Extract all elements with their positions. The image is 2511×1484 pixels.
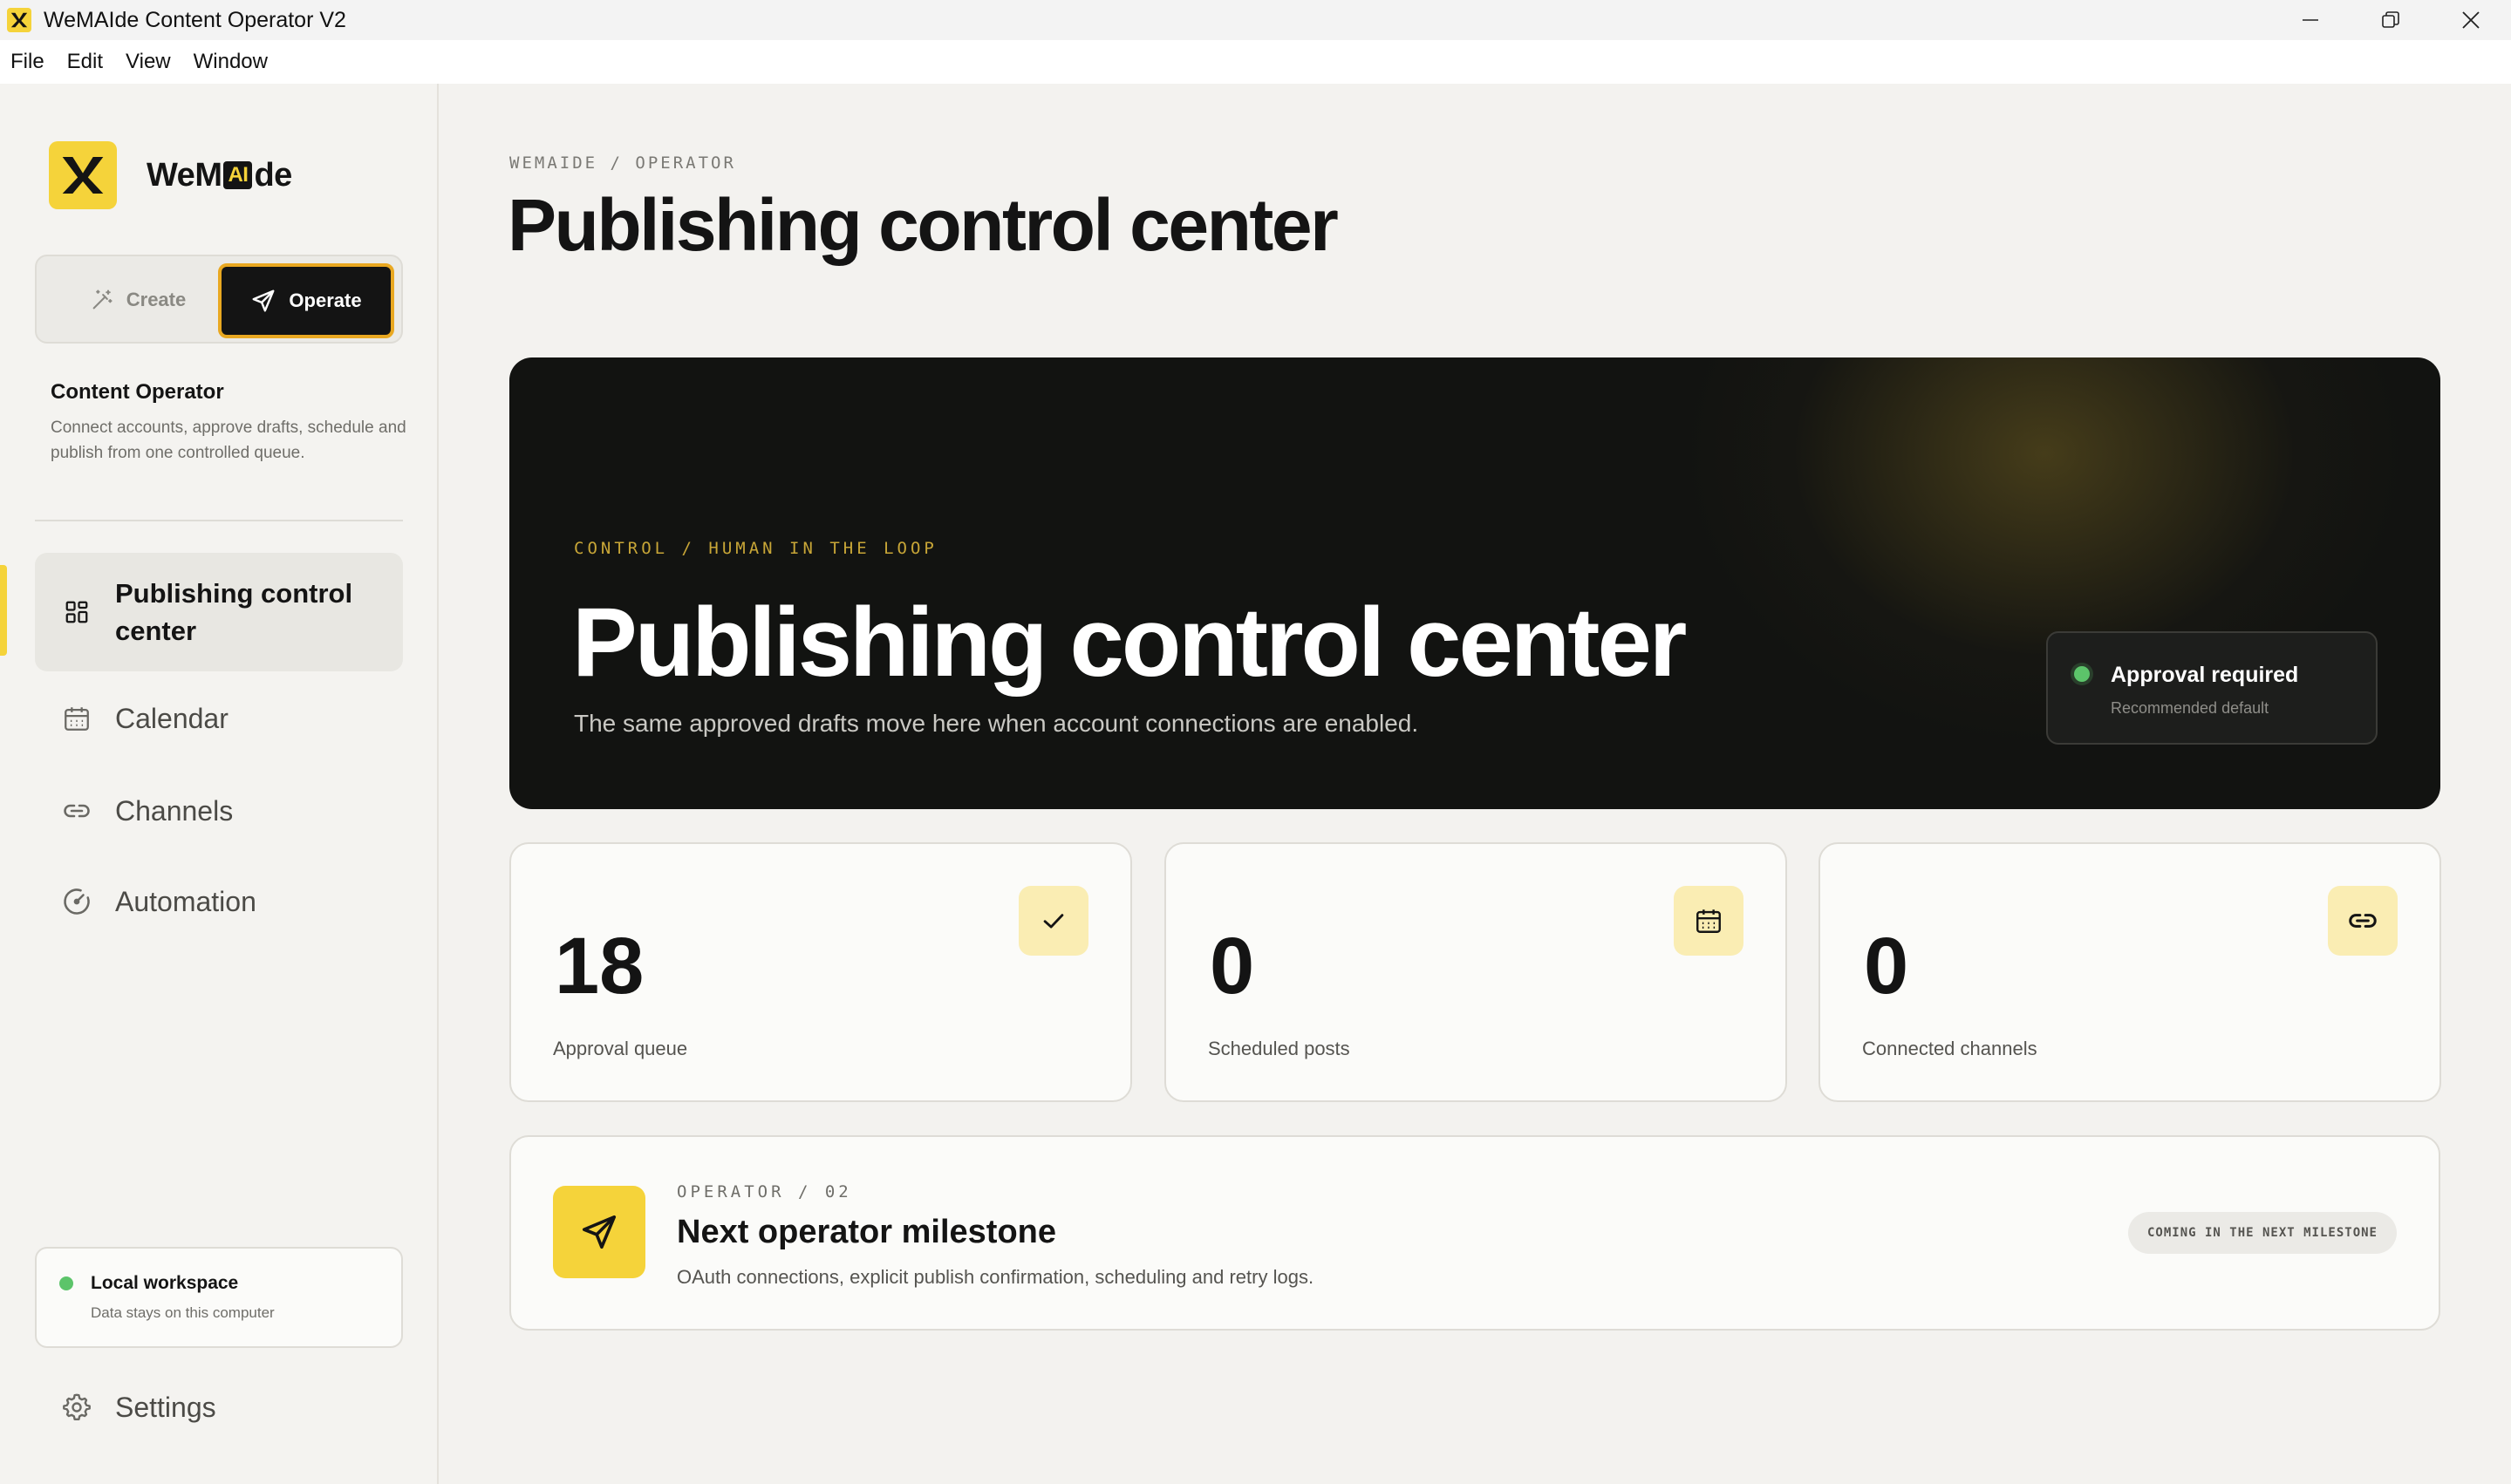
stat-value: 0 xyxy=(1864,922,1909,1011)
menu-bar: File Edit View Window xyxy=(0,40,2511,84)
sidebar-divider xyxy=(35,520,403,521)
section-description: Connect accounts, approve drafts, schedu… xyxy=(51,419,406,462)
sidebar-item-publishing-control-center[interactable]: Publishing control center xyxy=(35,553,403,671)
sidebar-item-label: Automation xyxy=(115,885,256,917)
link-icon xyxy=(64,804,90,818)
workspace-status-card: Local workspace Data stays on this compu… xyxy=(35,1247,403,1348)
menu-file[interactable]: File xyxy=(10,50,44,74)
link-icon xyxy=(2328,886,2398,956)
sidebar-item-calendar[interactable]: Calendar xyxy=(35,694,403,743)
approval-title: Approval required xyxy=(2111,663,2299,687)
section-title: Content Operator xyxy=(51,380,224,404)
active-nav-indicator xyxy=(0,565,7,656)
restore-icon xyxy=(2382,11,2399,28)
sidebar-item-channels[interactable]: Channels xyxy=(35,786,403,835)
minimize-icon xyxy=(2303,19,2318,21)
brand-mark-icon xyxy=(49,141,117,209)
minimize-button[interactable] xyxy=(2270,0,2351,40)
stat-card-scheduled-posts: 0 Scheduled posts xyxy=(1164,842,1787,1102)
brand-wordmark: WeM AI de xyxy=(147,156,292,194)
page-title: Publishing control center xyxy=(508,184,1339,266)
close-button[interactable] xyxy=(2431,0,2511,40)
restore-button[interactable] xyxy=(2351,0,2431,40)
milestone-kicker: OPERATOR / 02 xyxy=(677,1182,852,1201)
sidebar: WeM AI de Create Operate Content Operator … xyxy=(0,84,439,1484)
workspace-title: Local workspace xyxy=(91,1273,239,1293)
sidebar-item-label: Channels xyxy=(115,794,234,827)
stat-card-approval-queue: 18 Approval queue xyxy=(509,842,1132,1102)
gauge-icon xyxy=(64,888,90,915)
operate-mode-button[interactable]: Operate xyxy=(218,263,394,338)
sidebar-item-automation[interactable]: Automation xyxy=(35,877,403,926)
breadcrumb: WEMAIDE / OPERATOR xyxy=(509,153,736,173)
stat-card-connected-channels: 0 Connected channels xyxy=(1818,842,2441,1102)
status-badge: COMING IN THE NEXT MILESTONE xyxy=(2127,1212,2397,1254)
dashboard-icon xyxy=(65,601,88,623)
send-icon xyxy=(252,289,275,312)
menu-view[interactable]: View xyxy=(126,50,171,74)
stat-label: Scheduled posts xyxy=(1208,1038,1350,1059)
menu-window[interactable]: Window xyxy=(194,50,268,74)
check-icon xyxy=(1019,886,1088,956)
mode-switch: Create Operate xyxy=(35,255,403,344)
milestone-card: OPERATOR / 02 Next operator milestone OA… xyxy=(509,1135,2440,1331)
status-dot-icon xyxy=(59,1276,73,1290)
send-icon xyxy=(553,1186,645,1278)
stat-value: 0 xyxy=(1210,922,1255,1011)
sidebar-item-settings[interactable]: Settings xyxy=(35,1383,403,1432)
milestone-title: Next operator milestone xyxy=(677,1214,1056,1250)
stat-value: 18 xyxy=(555,922,645,1011)
stat-label: Connected channels xyxy=(1862,1038,2037,1059)
milestone-description: OAuth connections, explicit publish conf… xyxy=(677,1266,1314,1288)
calendar-icon xyxy=(1674,886,1743,956)
status-dot-icon xyxy=(2074,666,2090,682)
app-logo-icon xyxy=(7,8,31,32)
close-icon xyxy=(2462,11,2480,29)
create-mode-button[interactable]: Create xyxy=(49,265,227,335)
window-title: WeMAIde Content Operator V2 xyxy=(44,7,346,32)
hero-title: Publishing control center xyxy=(572,588,1687,697)
hero-kicker: CONTROL / HUMAN IN THE LOOP xyxy=(574,539,938,558)
magic-wand-icon xyxy=(92,289,113,310)
sidebar-item-label: Calendar xyxy=(115,702,229,734)
hero-banner: CONTROL / HUMAN IN THE LOOP Publishing c… xyxy=(509,357,2440,809)
sidebar-item-label: Publishing control center xyxy=(115,578,353,646)
workspace-subtitle: Data stays on this computer xyxy=(91,1304,275,1321)
menu-edit[interactable]: Edit xyxy=(67,50,103,74)
stat-label: Approval queue xyxy=(553,1038,688,1059)
brand-logo: WeM AI de xyxy=(49,141,292,209)
approval-subtitle: Recommended default xyxy=(2111,699,2269,717)
title-bar: WeMAIde Content Operator V2 xyxy=(0,0,2511,40)
gear-icon xyxy=(63,1393,91,1420)
sidebar-item-label: Settings xyxy=(115,1391,216,1423)
hero-subtitle: The same approved drafts move here when … xyxy=(574,710,1419,737)
calendar-icon xyxy=(65,707,89,731)
approval-status-card: Approval required Recommended default xyxy=(2046,631,2378,745)
